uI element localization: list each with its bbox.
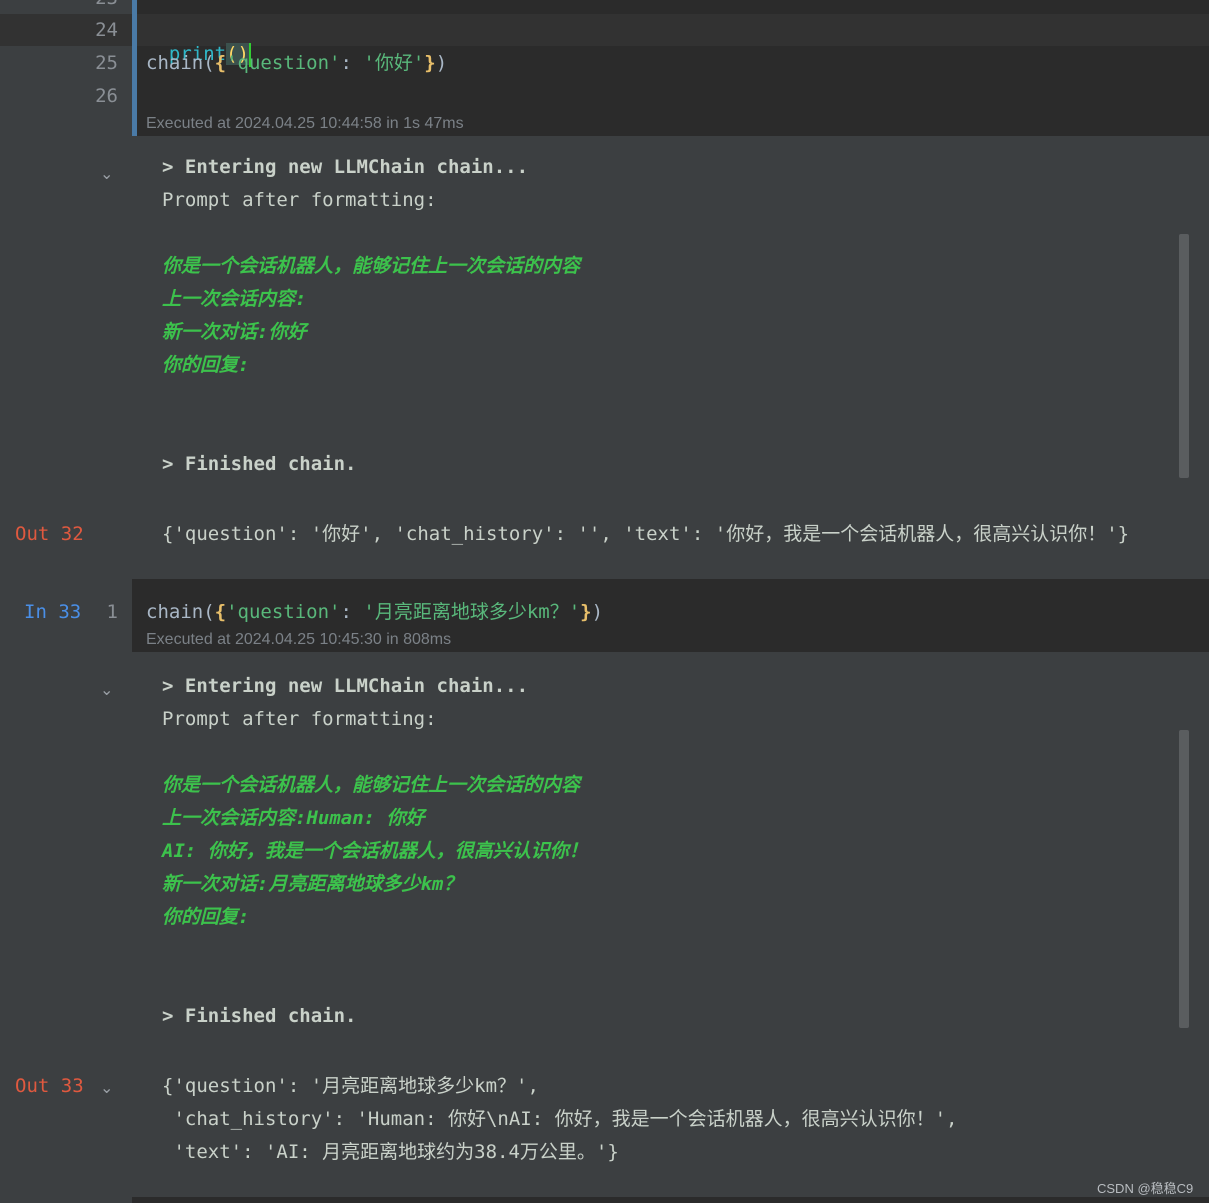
code-token-key: 'question'	[226, 601, 341, 623]
code-token-fn: chain(	[146, 601, 215, 623]
code-token-brace: }	[580, 601, 592, 623]
out-label-33: Out 33	[15, 1075, 84, 1097]
line-number: 23	[78, 0, 118, 10]
output-scrollbar[interactable]	[1179, 730, 1189, 1028]
code-line[interactable]: chain({'question': '你好'})	[146, 51, 447, 75]
prompt-line: 新一次对话:你好	[162, 321, 307, 343]
output-entering-chain: > Entering new LLMChain chain...	[162, 156, 529, 178]
execution-info: Executed at 2024.04.25 10:45:30 in 808ms	[146, 631, 452, 648]
code-token-brace: {	[214, 52, 227, 74]
watermark: CSDN @稳稳C9	[1097, 1181, 1194, 1196]
prompt-line: 你的回复:	[162, 354, 250, 376]
prompt-line: 你是一个会话机器人，能够记住上一次会话的内容	[162, 255, 581, 277]
output-prompt-after: Prompt after formatting:	[162, 708, 437, 730]
prompt-line: 新一次对话:月亮距离地球多少km？	[162, 873, 463, 895]
output-entering-chain: > Entering new LLMChain chain...	[162, 675, 529, 697]
collapse-output-chevron-icon[interactable]: ⌄	[100, 164, 113, 183]
output-scrollbar[interactable]	[1179, 234, 1189, 478]
line-number: 26	[95, 85, 118, 107]
code-token-colon: :	[340, 52, 364, 74]
output-finished-chain: > Finished chain.	[162, 453, 357, 475]
code-token-key: 'question'	[226, 52, 341, 74]
execution-info: Executed at 2024.04.25 10:44:58 in 1s 47…	[146, 115, 464, 132]
line-number: 1	[106, 601, 118, 623]
prompt-line: AI: 你好，我是一个会话机器人，很高兴认识你！	[162, 840, 588, 862]
out-label-32: Out 32	[15, 523, 84, 545]
collapse-output-chevron-icon[interactable]: ⌄	[100, 1078, 113, 1097]
output-prompt-after: Prompt after formatting:	[162, 189, 437, 211]
cell-edge-bar	[132, 0, 137, 136]
result-output-line: 'text': 'AI: 月亮距离地球约为38.4万公里。'}	[162, 1141, 619, 1163]
result-output-32: {'question': '你好', 'chat_history': '', '…	[162, 523, 1130, 545]
in-label-33: In 33	[24, 601, 82, 623]
collapse-output-chevron-icon[interactable]: ⌄	[100, 680, 113, 699]
output-finished-chain: > Finished chain.	[162, 1005, 357, 1027]
code-token-paren: )	[435, 52, 448, 74]
result-output-line: {'question': '月亮距离地球多少km？',	[162, 1075, 539, 1097]
prompt-line: 上一次会话内容:Human: 你好	[162, 807, 425, 829]
line-number: 25	[95, 52, 118, 74]
code-token-fn: chain(	[146, 52, 215, 74]
code-token-brace: {	[214, 601, 227, 623]
code-token-colon: :	[340, 601, 364, 623]
code-line[interactable]: chain({'question': '月亮距离地球多少km？'})	[146, 600, 603, 624]
prompt-line: 你是一个会话机器人，能够记住上一次会话的内容	[162, 774, 581, 796]
next-cell-edge	[132, 1197, 1209, 1203]
code-token-brace: }	[424, 52, 436, 74]
code-token-string: '月亮距离地球多少km？'	[363, 601, 581, 623]
code-token-paren: )	[591, 601, 604, 623]
result-output-line: 'chat_history': 'Human: 你好\nAI: 你好，我是一个会…	[162, 1108, 958, 1130]
line-number: 24	[95, 19, 118, 41]
prompt-line: 你的回复:	[162, 906, 250, 928]
code-token-string: '你好'	[363, 52, 425, 74]
prompt-line: 上一次会话内容:	[162, 288, 307, 310]
